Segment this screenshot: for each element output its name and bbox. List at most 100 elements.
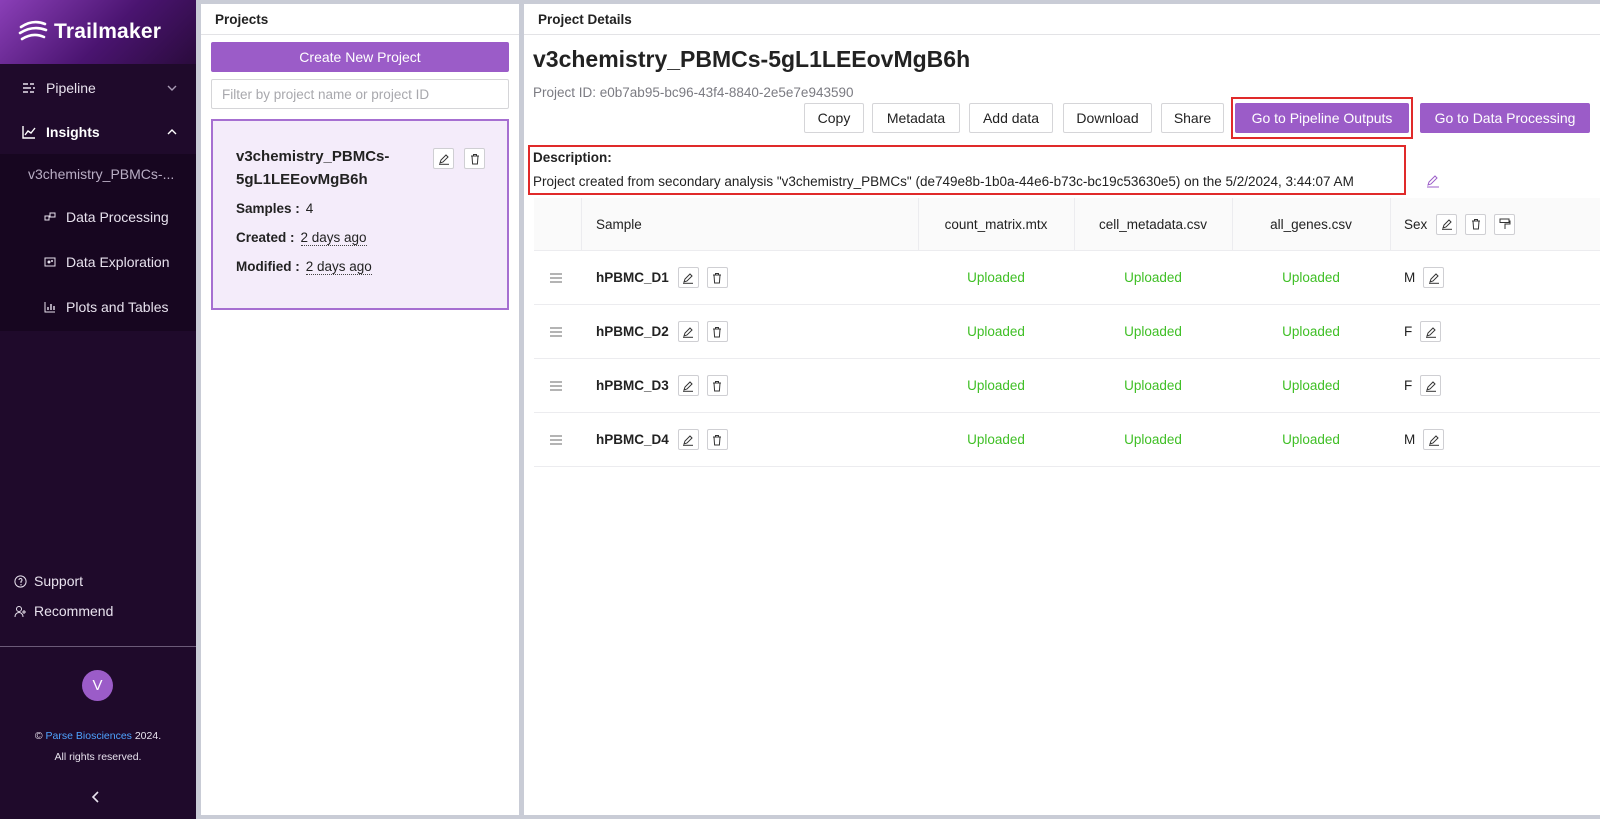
modified-label: Modified : bbox=[236, 259, 300, 274]
pencil-icon bbox=[683, 272, 694, 284]
delete-sample-button[interactable] bbox=[706, 321, 728, 342]
count-matrix-status: Uploaded bbox=[967, 432, 1025, 447]
download-button[interactable]: Download bbox=[1063, 103, 1152, 133]
edit-description-icon[interactable] bbox=[1426, 174, 1440, 188]
cell-metadata-status: Uploaded bbox=[1124, 378, 1182, 393]
recommend-link[interactable]: Recommend bbox=[0, 596, 196, 626]
table-row: hPBMC_D4 Uploaded Uploaded Uploaded M bbox=[534, 413, 1600, 467]
drag-handle-icon bbox=[550, 272, 562, 283]
nav-pipeline[interactable]: Pipeline bbox=[0, 66, 196, 110]
support-link[interactable]: Support bbox=[0, 566, 196, 596]
nav-insights-label: Insights bbox=[46, 124, 100, 140]
project-filter-input[interactable] bbox=[211, 79, 509, 109]
sample-cell: hPBMC_D1 bbox=[596, 251, 728, 304]
header-count-matrix: count_matrix.mtx bbox=[944, 216, 1048, 232]
sidebar-bottom-links: Support Recommend bbox=[0, 566, 196, 626]
drag-handle[interactable] bbox=[550, 413, 562, 466]
pencil-icon bbox=[683, 380, 694, 392]
sidebar: Trailmaker Pipeline Insights v3chemistry… bbox=[0, 0, 196, 819]
edit-sex-button[interactable] bbox=[1423, 429, 1445, 450]
sample-name: hPBMC_D3 bbox=[596, 378, 669, 393]
edit-sample-button[interactable] bbox=[677, 375, 699, 396]
pencil-icon bbox=[683, 326, 694, 338]
sidebar-divider bbox=[0, 646, 196, 647]
edit-project-button[interactable] bbox=[433, 148, 454, 169]
edit-sample-button[interactable] bbox=[677, 429, 699, 450]
sex-value: M bbox=[1404, 432, 1416, 447]
sex-cell: F bbox=[1404, 359, 1442, 412]
go-to-data-processing-button[interactable]: Go to Data Processing bbox=[1420, 103, 1590, 133]
edit-sample-button[interactable] bbox=[677, 321, 699, 342]
project-details-panel: Project Details v3chemistry_PBMCs-5gL1LE… bbox=[524, 4, 1600, 815]
copyright-symbol: © bbox=[34, 730, 43, 742]
samples-value: 4 bbox=[305, 201, 314, 216]
avatar[interactable]: V bbox=[82, 670, 113, 701]
trash-icon bbox=[713, 434, 722, 445]
project-card-title: v3chemistry_PBMCs- 5gL1LEEovMgB6h bbox=[236, 145, 416, 191]
support-label: Support bbox=[34, 573, 84, 589]
sex-value: M bbox=[1404, 270, 1416, 285]
created-value: 2 days ago bbox=[300, 230, 367, 246]
add-data-button[interactable]: Add data bbox=[969, 103, 1053, 133]
sample-cell: hPBMC_D2 bbox=[596, 305, 728, 358]
table-row: hPBMC_D3 Uploaded Uploaded Uploaded F bbox=[534, 359, 1600, 413]
samples-row: Samples : 4 bbox=[236, 201, 313, 216]
recommend-label: Recommend bbox=[34, 603, 114, 619]
description-text: Project created from secondary analysis … bbox=[533, 174, 1354, 189]
delete-sample-button[interactable] bbox=[706, 429, 728, 450]
drag-handle[interactable] bbox=[550, 251, 562, 304]
question-icon bbox=[14, 574, 27, 588]
pipeline-outputs-highlight bbox=[1231, 97, 1413, 139]
drag-handle[interactable] bbox=[550, 359, 562, 412]
project-card[interactable]: v3chemistry_PBMCs- 5gL1LEEovMgB6h Sample… bbox=[211, 119, 509, 310]
sidebar-item-data-exploration[interactable]: Data Exploration bbox=[0, 239, 196, 284]
sidebar-current-project[interactable]: v3chemistry_PBMCs-... bbox=[0, 154, 196, 194]
copy-button[interactable]: Copy bbox=[804, 103, 864, 133]
nav-insights[interactable]: Insights bbox=[0, 110, 196, 154]
parse-biosciences-link[interactable]: Parse Biosciences bbox=[46, 730, 132, 742]
modified-value: 2 days ago bbox=[305, 259, 372, 275]
samples-table: Sample count_matrix.mtx cell_metadata.cs… bbox=[534, 198, 1600, 467]
header-sample: Sample bbox=[596, 216, 642, 232]
trash-icon bbox=[470, 153, 479, 164]
drag-handle[interactable] bbox=[550, 305, 562, 358]
metadata-button[interactable]: Metadata bbox=[872, 103, 960, 133]
sidebar-item-data-processing[interactable]: Data Processing bbox=[0, 194, 196, 239]
all-genes-status: Uploaded bbox=[1282, 324, 1340, 339]
pipeline-icon bbox=[22, 81, 36, 95]
count-matrix-status: Uploaded bbox=[967, 270, 1025, 285]
edit-sex-column-button[interactable] bbox=[1436, 213, 1458, 235]
table-header: Sample count_matrix.mtx cell_metadata.cs… bbox=[534, 198, 1600, 251]
delete-project-button[interactable] bbox=[464, 148, 485, 169]
insights-icon bbox=[22, 125, 36, 139]
all-genes-status: Uploaded bbox=[1282, 378, 1340, 393]
projects-panel: Projects Create New Project v3chemistry_… bbox=[201, 4, 519, 815]
edit-sample-button[interactable] bbox=[677, 267, 699, 288]
collapse-sidebar-icon[interactable] bbox=[90, 790, 102, 804]
header-sex: Sex bbox=[1404, 198, 1516, 250]
all-genes-status: Uploaded bbox=[1282, 432, 1340, 447]
delete-sample-button[interactable] bbox=[706, 375, 728, 396]
user-add-icon bbox=[14, 605, 27, 618]
project-name: v3chemistry_PBMCs-5gL1LEEovMgB6h bbox=[533, 46, 971, 72]
fill-sex-column-button[interactable] bbox=[1494, 213, 1516, 235]
app-name: Trailmaker bbox=[54, 20, 162, 43]
delete-sex-column-button[interactable] bbox=[1465, 213, 1487, 235]
trailmaker-logo-icon bbox=[18, 20, 48, 41]
brand-header[interactable]: Trailmaker bbox=[0, 0, 196, 64]
copyright: © Parse Biosciences 2024. All rights res… bbox=[0, 726, 196, 768]
sidebar-item-plots-and-tables[interactable]: Plots and Tables bbox=[0, 284, 196, 329]
delete-sample-button[interactable] bbox=[706, 267, 728, 288]
project-card-title-line2: 5gL1LEEovMgB6h bbox=[236, 171, 368, 188]
column-divider bbox=[1390, 198, 1391, 250]
edit-sex-button[interactable] bbox=[1420, 321, 1442, 342]
share-button[interactable]: Share bbox=[1161, 103, 1224, 133]
pencil-icon bbox=[1441, 219, 1452, 230]
nav-pipeline-label: Pipeline bbox=[46, 80, 96, 96]
create-new-project-button[interactable]: Create New Project bbox=[211, 42, 509, 72]
table-row: hPBMC_D2 Uploaded Uploaded Uploaded F bbox=[534, 305, 1600, 359]
rights-reserved: All rights reserved. bbox=[54, 751, 142, 763]
cell-metadata-status: Uploaded bbox=[1124, 432, 1182, 447]
edit-sex-button[interactable] bbox=[1423, 267, 1445, 288]
edit-sex-button[interactable] bbox=[1420, 375, 1442, 396]
